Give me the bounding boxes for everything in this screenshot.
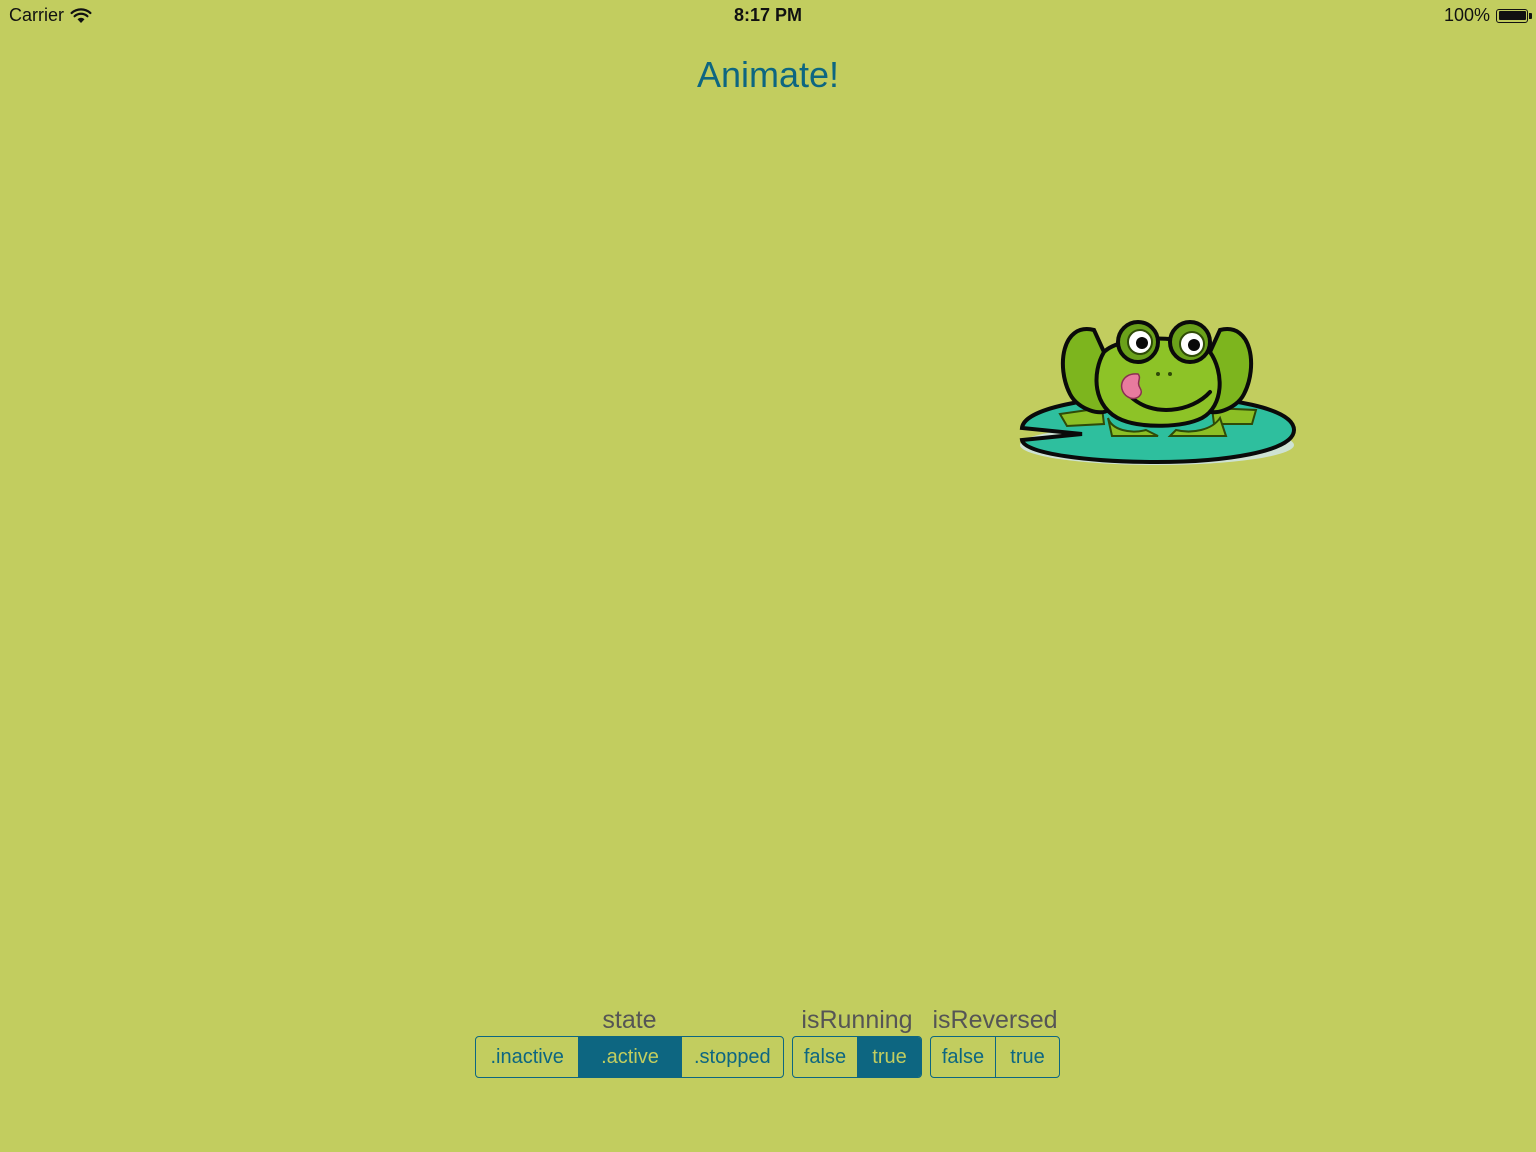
battery-icon bbox=[1496, 8, 1532, 23]
battery-fill bbox=[1498, 11, 1526, 20]
is-running-false-segment[interactable]: false bbox=[793, 1037, 857, 1077]
is-reversed-true-segment[interactable]: true bbox=[995, 1037, 1059, 1077]
is-reversed-label: isReversed bbox=[932, 1006, 1058, 1034]
is-running-label: isRunning bbox=[801, 1006, 913, 1034]
status-bar: Carrier 8:17 PM 100% bbox=[0, 0, 1536, 32]
is-running-true-segment[interactable]: true bbox=[857, 1037, 921, 1077]
is-running-segmented-control: false true bbox=[792, 1036, 922, 1078]
state-control: state .inactive .active .stopped bbox=[475, 1004, 784, 1078]
state-active-segment[interactable]: .active bbox=[578, 1037, 681, 1077]
state-label: state bbox=[602, 1006, 657, 1034]
is-reversed-segmented-control: false true bbox=[930, 1036, 1060, 1078]
state-stopped-segment[interactable]: .stopped bbox=[680, 1037, 783, 1077]
is-running-control: isRunning false true bbox=[792, 1004, 922, 1078]
state-segmented-control: .inactive .active .stopped bbox=[475, 1036, 784, 1078]
battery-status: 100% bbox=[1443, 5, 1532, 26]
frog-image bbox=[1019, 320, 1297, 465]
status-time: 8:17 PM bbox=[733, 5, 803, 25]
is-reversed-false-segment[interactable]: false bbox=[931, 1037, 995, 1077]
state-inactive-segment[interactable]: .inactive bbox=[476, 1037, 578, 1077]
is-reversed-control: isReversed false true bbox=[930, 1004, 1060, 1078]
animate-button[interactable]: Animate! bbox=[0, 54, 1536, 96]
battery-percent: 100% bbox=[1443, 5, 1490, 25]
